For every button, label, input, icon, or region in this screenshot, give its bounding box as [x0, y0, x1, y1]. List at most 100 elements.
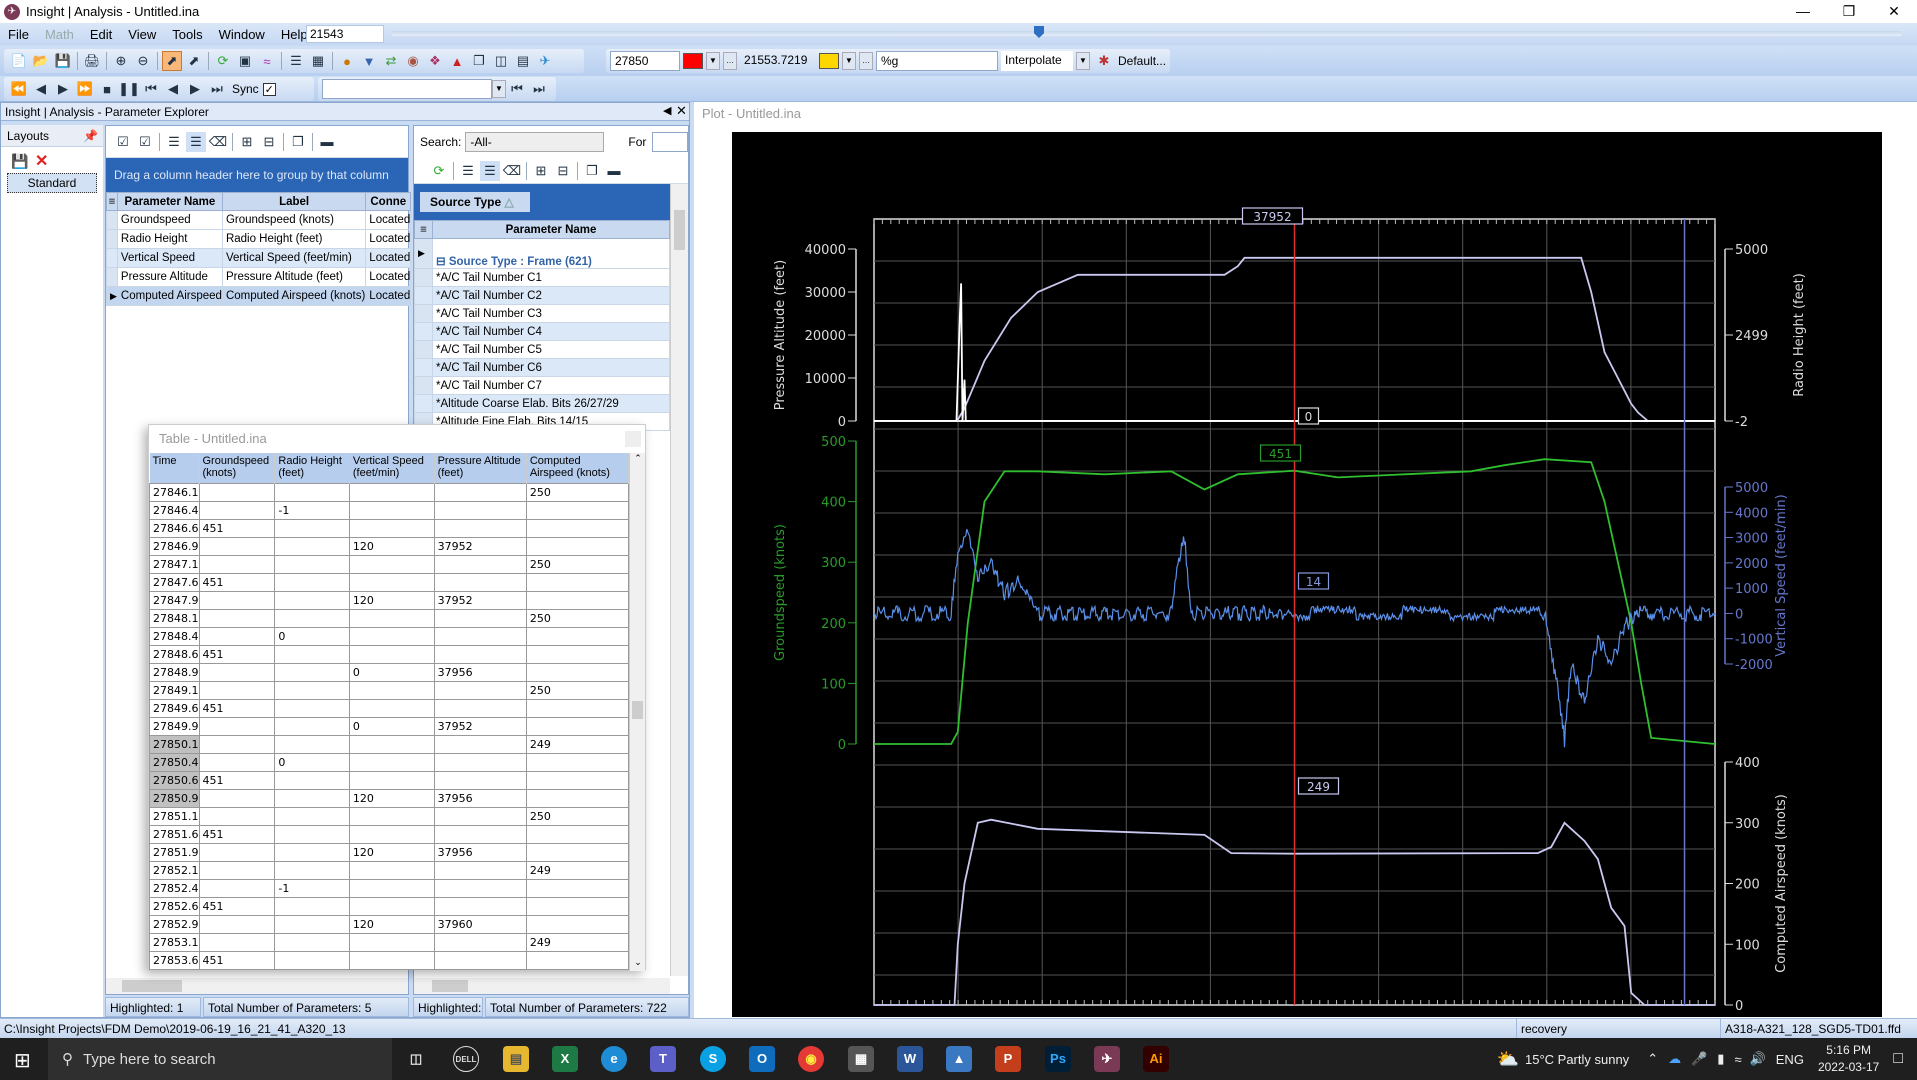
- table-row[interactable]: 27850.1 249: [149, 734, 630, 754]
- chrome-icon[interactable]: ◉: [798, 1046, 824, 1072]
- parameter-row[interactable]: Pressure Altitude Pressure Altitude (feet…: [106, 267, 412, 287]
- group-chip-source-type[interactable]: Source Type △: [420, 192, 530, 212]
- source-row[interactable]: *A/C Tail Number C6: [414, 358, 670, 377]
- menu-file[interactable]: File: [0, 27, 37, 42]
- table-row[interactable]: 27848.6 451: [149, 644, 630, 664]
- table-row[interactable]: 27849.1 250: [149, 680, 630, 700]
- dell-icon[interactable]: DELL: [453, 1046, 479, 1072]
- current-time-input[interactable]: 21543: [306, 25, 384, 43]
- powerpoint-icon[interactable]: P: [995, 1046, 1021, 1072]
- users-icon[interactable]: ●: [337, 51, 357, 71]
- parameter-row[interactable]: Vertical Speed Vertical Speed (feet/min) L…: [106, 248, 412, 268]
- table-row[interactable]: 27850.9 120 37956: [149, 788, 630, 808]
- zoom-out-icon[interactable]: ⊖: [133, 51, 153, 71]
- teams-icon[interactable]: T: [650, 1046, 676, 1072]
- stop-icon[interactable]: ■: [97, 79, 117, 99]
- copy-icon[interactable]: ❐: [469, 51, 489, 71]
- table-row[interactable]: 27848.1 250: [149, 608, 630, 628]
- cursor-color-more[interactable]: …: [723, 52, 737, 70]
- excel-icon[interactable]: X: [552, 1046, 578, 1072]
- table-column-header[interactable]: Time: [149, 453, 200, 483]
- table-row[interactable]: 27852.9 120 37960: [149, 914, 630, 934]
- next-frame-icon[interactable]: ▶: [185, 79, 205, 99]
- collapse-icon[interactable]: ⊟: [553, 161, 573, 181]
- onedrive-icon[interactable]: ☁: [1668, 1051, 1681, 1067]
- prev-frame-icon[interactable]: ◀: [163, 79, 183, 99]
- windows-start-icon[interactable]: ⊞: [14, 1048, 31, 1073]
- eraser-icon[interactable]: ⌫: [502, 161, 522, 181]
- grid-settings-icon[interactable]: ▬: [604, 161, 624, 181]
- expand-icon[interactable]: ⊞: [531, 161, 551, 181]
- skype-icon[interactable]: S: [700, 1046, 726, 1072]
- table-row[interactable]: 27848.4 0: [149, 626, 630, 646]
- params-horizontal-scrollbar[interactable]: [106, 978, 408, 994]
- list-view-icon[interactable]: ☰: [164, 132, 184, 152]
- language-indicator[interactable]: ENG: [1776, 1052, 1804, 1067]
- source-horizontal-scrollbar[interactable]: [414, 978, 670, 994]
- play-icon[interactable]: ▶: [53, 79, 73, 99]
- first-frame-icon[interactable]: ⏮: [141, 79, 161, 99]
- battery-icon[interactable]: ▮: [1717, 1051, 1724, 1067]
- show-hidden-icons[interactable]: ⌃: [1647, 1051, 1658, 1067]
- table-row[interactable]: 27846.6 451: [149, 518, 630, 538]
- illustrator-icon[interactable]: Ai: [1143, 1046, 1169, 1072]
- minimize-button[interactable]: —: [1780, 0, 1826, 23]
- refresh-icon[interactable]: ⟳: [213, 51, 233, 71]
- search-select[interactable]: -All-: [465, 132, 605, 152]
- table-icon[interactable]: ▦: [308, 51, 328, 71]
- source-row[interactable]: *A/C Tail Number C2: [414, 286, 670, 305]
- panel-close-icon[interactable]: ✕: [676, 103, 687, 119]
- table-row[interactable]: 27853.1 249: [149, 932, 630, 952]
- weather-text[interactable]: 15°C Partly sunny: [1525, 1052, 1629, 1067]
- menu-window[interactable]: Window: [211, 27, 273, 42]
- event-icon[interactable]: ❖: [425, 51, 445, 71]
- table-row[interactable]: 27851.1 250: [149, 806, 630, 826]
- pause-icon[interactable]: ❚❚: [118, 79, 140, 99]
- table-row[interactable]: 27851.9 120 37956: [149, 842, 630, 862]
- menu-edit[interactable]: Edit: [82, 27, 120, 42]
- fast-forward-icon[interactable]: ⏩: [75, 79, 95, 99]
- cursor-time-field[interactable]: 27850: [610, 51, 680, 71]
- timeline-slider-track[interactable]: [392, 31, 1902, 36]
- filter-icon[interactable]: ▼: [359, 51, 379, 71]
- plot-canvas[interactable]: 2154322804.424065.825327.226588.62785029…: [732, 132, 1882, 1067]
- event-prev-icon[interactable]: ⏮: [507, 79, 527, 99]
- mode-select[interactable]: Interpolate: [1001, 51, 1073, 71]
- volume-icon[interactable]: 🔊: [1750, 1051, 1766, 1067]
- column-header-parameter-name[interactable]: Parameter Name: [116, 192, 223, 211]
- last-frame-icon[interactable]: ⏭: [207, 79, 227, 99]
- layout-item-standard[interactable]: Standard: [7, 173, 97, 193]
- select-region-icon[interactable]: ⬈: [184, 51, 204, 71]
- event-dropdown[interactable]: ▼: [492, 80, 506, 98]
- menu-math[interactable]: Math: [37, 27, 82, 42]
- wifi-icon[interactable]: ≈: [1734, 1052, 1741, 1067]
- mode-dropdown[interactable]: ▼: [1076, 52, 1090, 70]
- pointer-icon[interactable]: ⬈: [162, 51, 182, 71]
- table-row[interactable]: 27852.6 451: [149, 896, 630, 916]
- clock[interactable]: 5:16 PM 2022-03-17: [1818, 1042, 1879, 1076]
- table-row[interactable]: 27846.1 250: [149, 482, 630, 502]
- cursor-color-dropdown[interactable]: ▼: [706, 52, 720, 70]
- column-header-parameter-name[interactable]: Parameter Name: [432, 220, 670, 239]
- new-icon[interactable]: 📄: [9, 51, 29, 71]
- secondary-color-dropdown[interactable]: ▼: [842, 52, 856, 70]
- microphone-icon[interactable]: 🎤: [1691, 1051, 1707, 1067]
- check-all-icon[interactable]: ☑: [135, 132, 155, 152]
- restore-button[interactable]: ❐: [1826, 0, 1872, 23]
- table-column-header[interactable]: Computed Airspeed (knots): [526, 453, 630, 483]
- column-header-label[interactable]: Label: [221, 192, 367, 211]
- format-field[interactable]: %g: [876, 51, 998, 71]
- event-select[interactable]: [322, 79, 492, 99]
- table-vertical-scrollbar[interactable]: ⌃ ⌄: [629, 453, 645, 971]
- default-button[interactable]: Default...: [1118, 54, 1166, 68]
- align-icon[interactable]: ▤: [513, 51, 533, 71]
- column-header-connection[interactable]: Conne: [365, 192, 412, 211]
- tree-view-icon[interactable]: ☰: [186, 131, 206, 152]
- flight-icon[interactable]: ✈: [535, 51, 555, 71]
- table-column-header[interactable]: Groundspeed (knots): [199, 453, 276, 483]
- eraser-icon[interactable]: ⌫: [208, 132, 228, 152]
- parameter-row-selected[interactable]: ▶ Computed Airspeed Computed Airspeed (kno…: [106, 286, 412, 306]
- for-input[interactable]: [652, 132, 688, 152]
- table-window-title[interactable]: Table - Untitled.ina: [149, 425, 645, 453]
- task-view-icon[interactable]: ◫: [403, 1046, 429, 1072]
